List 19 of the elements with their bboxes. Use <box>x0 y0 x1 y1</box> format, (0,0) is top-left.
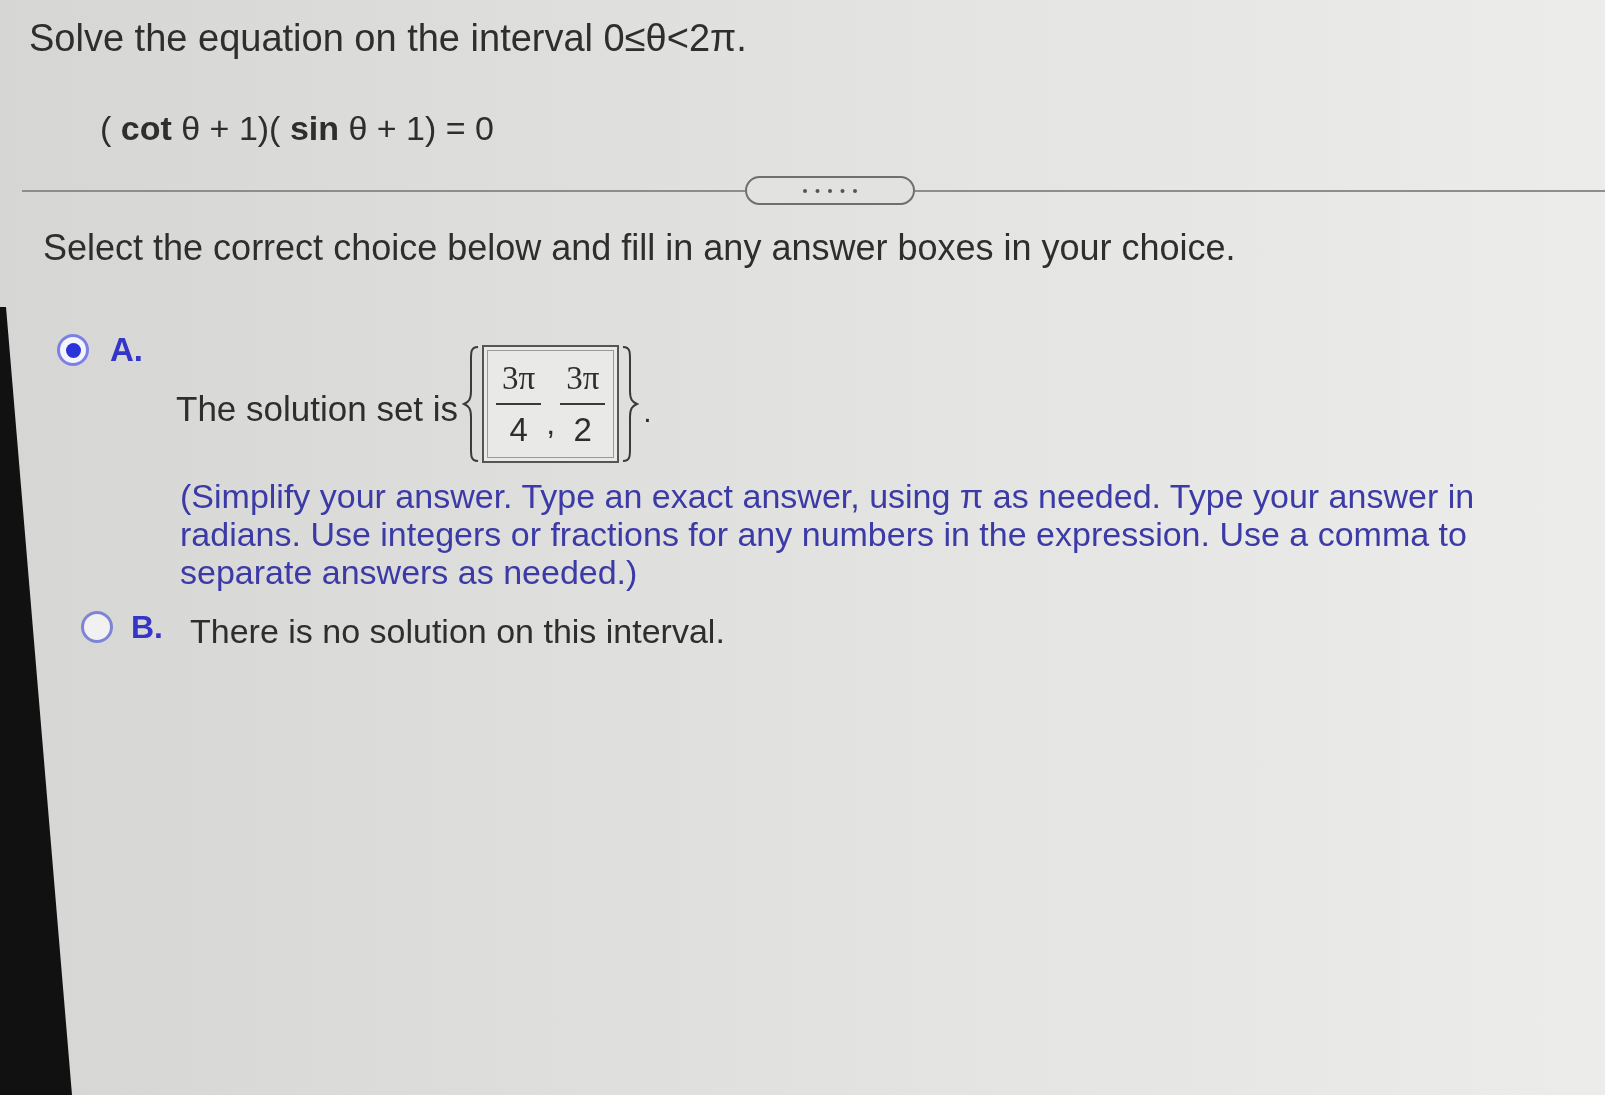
period: . <box>643 393 652 430</box>
equation: ( cot θ + 1)( sin θ + 1) = 0 <box>99 108 495 149</box>
instruction-text: Select the correct choice below and fill in any answer boxes in your choice. <box>42 226 1237 270</box>
fraction-numerator: 3π <box>565 359 601 398</box>
fraction-denominator: 2 <box>573 410 592 450</box>
dots-icon <box>803 188 857 193</box>
solution-label: The solution set is <box>176 388 459 430</box>
choice-letter: A. <box>110 330 143 370</box>
fraction-denominator: 4 <box>509 410 528 450</box>
comma-separator: , <box>546 404 556 443</box>
problem-prompt: Solve the equation on the interval 0≤θ<2π. <box>28 16 748 60</box>
choice-text: There is no solution on this interval. <box>190 611 725 651</box>
expand-handle[interactable] <box>745 176 915 205</box>
radio-button[interactable] <box>81 611 113 643</box>
fraction-numerator: 3π <box>501 359 537 398</box>
answer-instructions: (Simplify your answer. Type an exact answer, using π as needed. Type your answer in radians. Use integers or fractions for any numbers in the expression. Use a comma to separate answers as needed.) <box>179 477 1476 591</box>
answer-box[interactable]: 3π 4 , 3π 2 <box>482 345 620 463</box>
choice-letter: B. <box>131 608 163 647</box>
radio-button-selected[interactable] <box>57 334 89 366</box>
